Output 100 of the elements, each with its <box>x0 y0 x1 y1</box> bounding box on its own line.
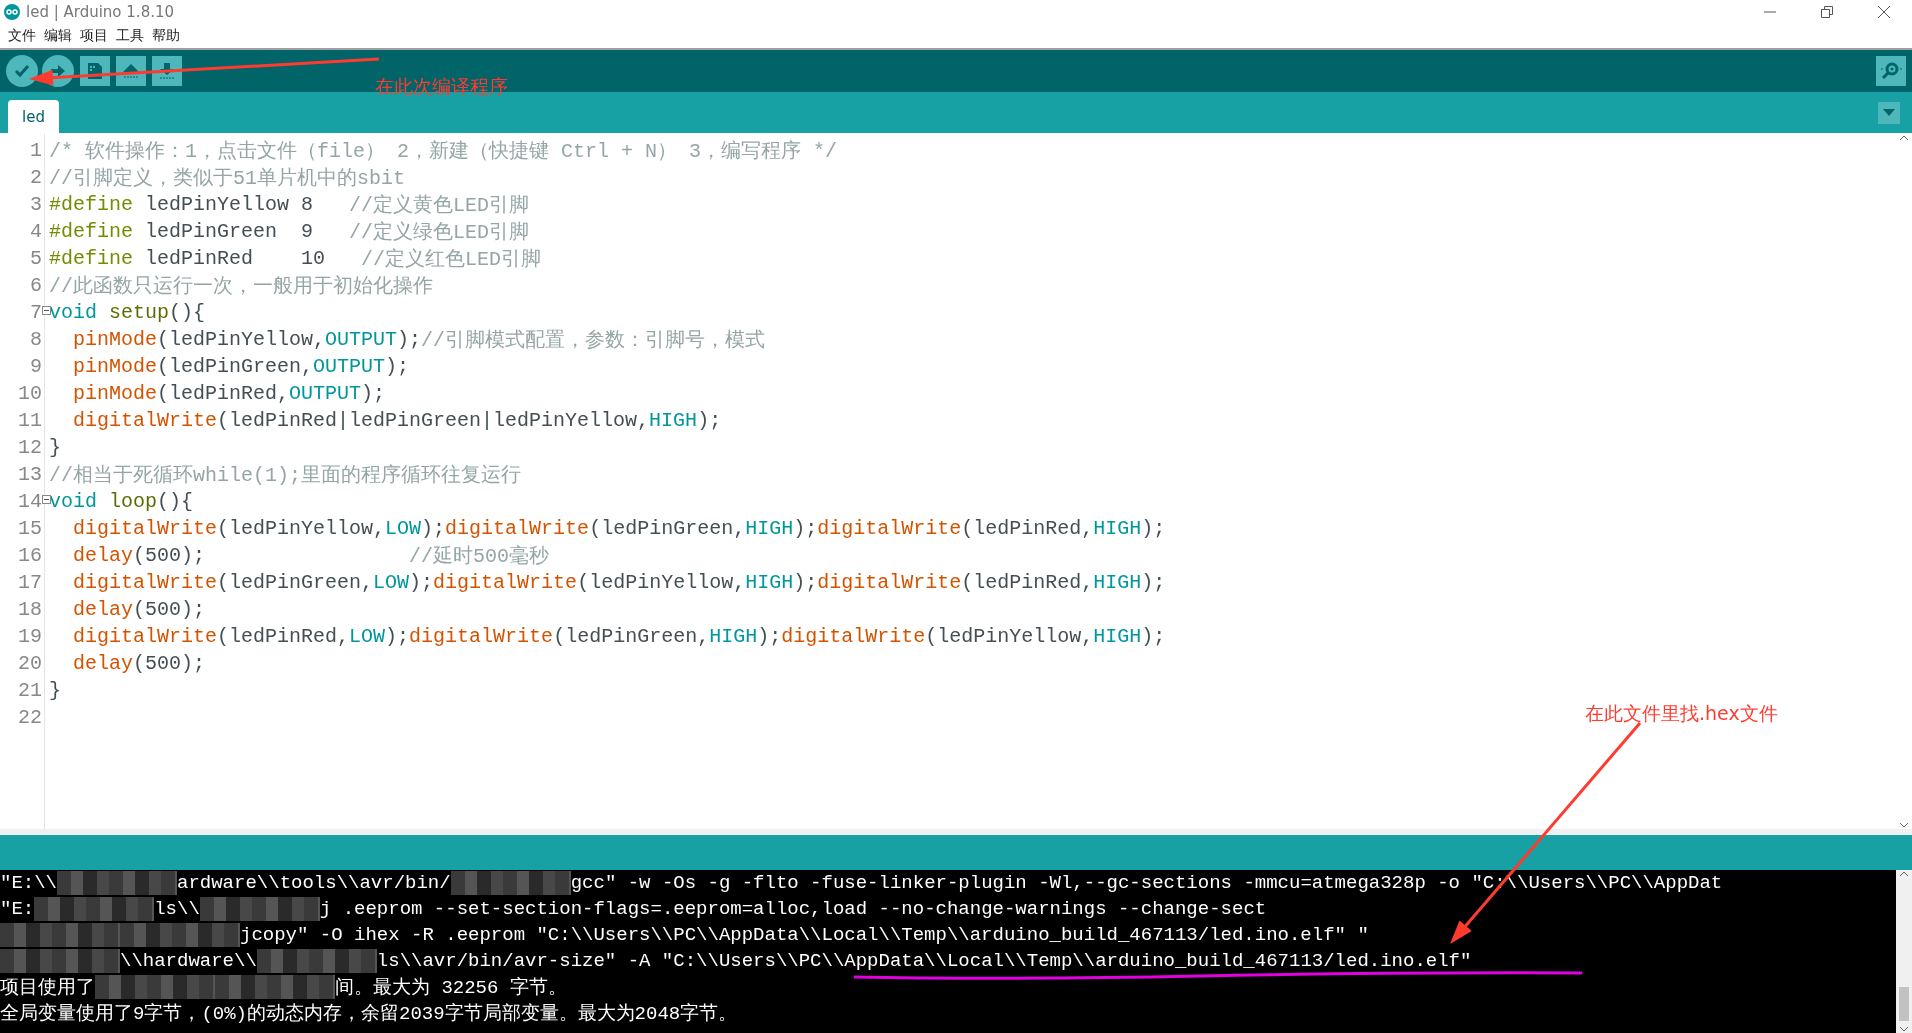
line-number: 4 <box>30 220 42 243</box>
arduino-logo-icon <box>4 4 20 20</box>
code-token: (ledPinRed, <box>157 382 290 405</box>
code-token: (500); <box>133 598 206 621</box>
code-token: } <box>49 436 61 459</box>
code-token: delay <box>72 652 133 675</box>
code-token: OUTPUT <box>313 355 386 378</box>
code-token: (ledPinGreen, <box>589 517 746 540</box>
code-token: HIGH <box>1093 517 1142 540</box>
line-number: 21 <box>18 679 42 702</box>
line-number: 7 <box>30 301 42 324</box>
code-token: ); <box>421 517 446 540</box>
restore-icon <box>1820 6 1833 18</box>
code-token: digitalWrite <box>72 571 218 594</box>
code-token: LOW <box>349 625 386 648</box>
code-token: //引脚定义，类似于51单片机中的sbit <box>49 166 405 191</box>
line-number: 20 <box>18 652 42 675</box>
menu-item[interactable]: 工具 <box>112 27 148 45</box>
console-text: j .eeprom --set-section-flags=.eeprom=alloc,load --no-change-warnings --change-sect <box>319 898 1267 920</box>
code-token: ledPinGreen 9 <box>144 220 315 243</box>
scroll-up-icon[interactable] <box>1899 870 1909 878</box>
menu-item[interactable]: 帮助 <box>148 27 184 45</box>
code-token: ); <box>385 625 410 648</box>
code-token: digitalWrite <box>817 517 962 540</box>
code-token: ); <box>1141 625 1166 648</box>
annotation-text: 在此文件里找.hex文件 <box>1585 701 1778 726</box>
arrow-up-icon <box>121 62 141 80</box>
line-number: 8 <box>30 328 42 351</box>
code-token: ); <box>1141 517 1166 540</box>
code-token: ); <box>409 571 434 594</box>
code-token: ); <box>757 625 782 648</box>
code-token: LOW <box>373 571 410 594</box>
scroll-down-icon[interactable] <box>1899 821 1909 829</box>
file-tab[interactable]: led <box>8 100 59 133</box>
code-token: (ledPinYellow, <box>925 625 1094 648</box>
code-token: ); <box>793 517 818 540</box>
code-token: digitalWrite <box>72 517 218 540</box>
code-token: pinMode <box>72 355 158 378</box>
code-token: HIGH <box>1093 571 1142 594</box>
line-number: 17 <box>18 571 42 594</box>
line-number: 2 <box>30 166 42 189</box>
line-number: 13 <box>18 463 42 486</box>
line-number: 1 <box>30 139 42 162</box>
code-token: //定义绿色LED引脚 <box>349 220 530 245</box>
console-text: 项目使用了 <box>0 976 95 1000</box>
line-number: 14 <box>18 490 42 513</box>
code-token: ); <box>697 409 722 432</box>
fold-icon[interactable] <box>42 306 51 315</box>
scroll-down-icon[interactable] <box>1899 1025 1909 1033</box>
line-number: 15 <box>18 517 42 540</box>
console-text: ls\\avr/bin/avr-size" -A "C:\\Users\\PC\\AppData\\Local\\Temp\\arduino_build_467113/led.ino.elf" <box>376 950 1472 972</box>
code-token: LOW <box>385 517 422 540</box>
console-text: 间。最大为 32256 字节。 <box>335 976 567 1000</box>
verify-button[interactable] <box>6 55 38 87</box>
code-token: delay <box>72 598 133 621</box>
code-token: HIGH <box>745 571 794 594</box>
line-number: 6 <box>30 274 42 297</box>
code-token: OUTPUT <box>325 328 398 351</box>
code-token: ); <box>385 355 410 378</box>
code-token: (500); <box>133 544 207 567</box>
code-token: (ledPinRed, <box>961 517 1094 540</box>
code-token: ); <box>1141 571 1166 594</box>
code-token: //引脚模式配置，参数：引脚号，模式 <box>421 328 766 353</box>
menu-item[interactable]: 项目 <box>76 27 112 45</box>
arrow-right-icon <box>50 64 66 78</box>
tab-menu-button[interactable] <box>1878 101 1900 124</box>
code-token: //延时500毫秒 <box>409 544 550 569</box>
code-token: ); <box>361 382 386 405</box>
console-text: jcopy" -O ihex -R .eeprom "C:\\Users\\PC\\AppData\\Local\\Temp\\arduino_build_467113/led.ino.elf" " <box>240 924 1369 946</box>
code-token: ledPinRed 10 <box>144 247 327 270</box>
code-token: digitalWrite <box>445 517 590 540</box>
code-token: setup <box>109 301 170 324</box>
scroll-up-icon[interactable] <box>1899 134 1909 142</box>
menu-item[interactable]: 文件 <box>4 27 40 45</box>
console-text: ardware\\tools\\avr/bin/ <box>177 872 451 894</box>
code-token: void <box>49 490 98 513</box>
code-token: digitalWrite <box>72 625 218 648</box>
menu-item[interactable]: 编辑 <box>40 27 76 45</box>
line-number: 5 <box>30 247 42 270</box>
console-text: ls\\ <box>154 898 200 920</box>
code-token: loop <box>109 490 158 513</box>
code-token: void <box>49 301 98 324</box>
serial-monitor-button[interactable] <box>1876 56 1906 86</box>
scrollbar-thumb[interactable] <box>1899 987 1909 1021</box>
code-token: #define <box>49 193 133 216</box>
close-icon <box>1877 6 1890 18</box>
console-text: 全局变量使用了9字节，(0%)的动态内存，余留2039字节局部变量。最大为2048字节。 <box>0 1002 738 1026</box>
console-text: "E: <box>0 898 35 920</box>
line-number: 19 <box>18 625 42 648</box>
code-token: pinMode <box>72 328 158 351</box>
code-token: (ledPinGreen, <box>157 355 314 378</box>
fold-icon[interactable] <box>42 495 51 504</box>
line-number: 3 <box>30 193 42 216</box>
check-icon <box>14 64 30 78</box>
magnifier-icon <box>1879 60 1903 82</box>
code-token: //相当于死循环while(1);里面的程序循环往复运行 <box>49 463 522 488</box>
code-token: ); <box>793 571 818 594</box>
code-token: (ledPinGreen, <box>553 625 710 648</box>
code-token: //此函数只运行一次，一般用于初始化操作 <box>49 274 433 299</box>
console-text: \\hardware\\ <box>120 950 257 972</box>
